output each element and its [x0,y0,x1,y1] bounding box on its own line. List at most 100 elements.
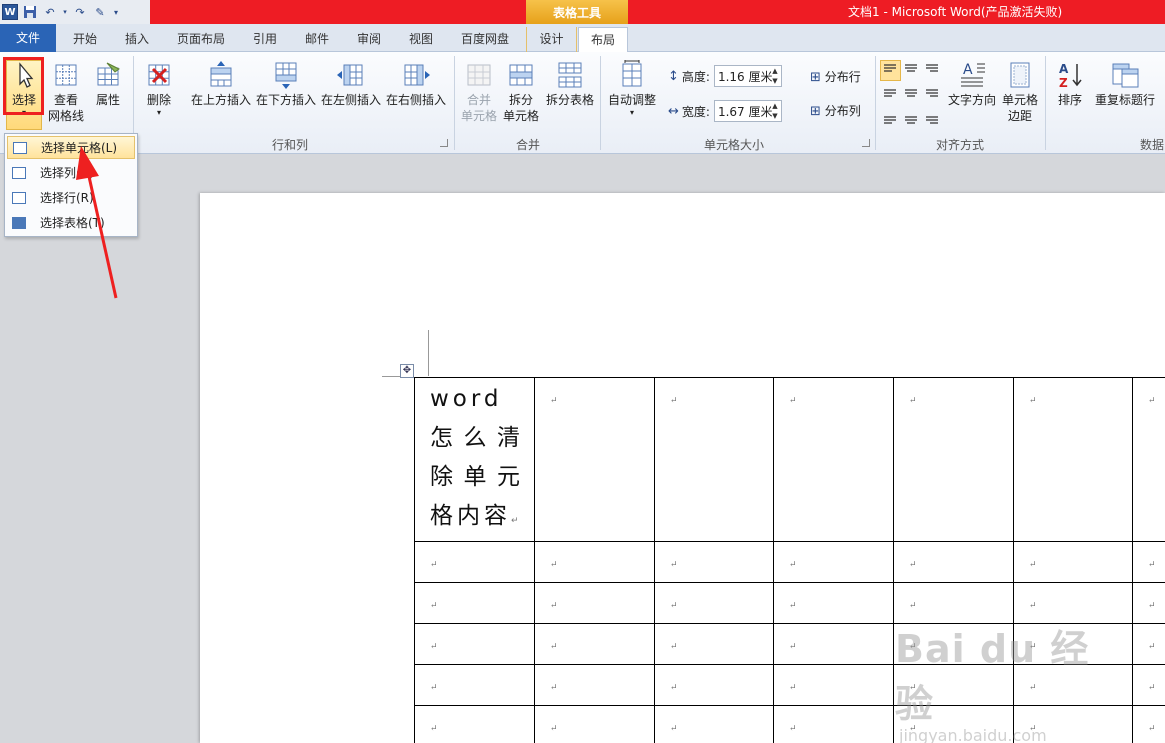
autofit-button[interactable]: 自动调整 ▾ [606,60,658,118]
cell-size-launcher-icon[interactable] [862,139,870,147]
tab-review[interactable]: 审阅 [344,27,394,52]
table-cell[interactable]: ↵ [1132,623,1165,665]
row-height-field: ↕ 高度: 1.16 厘米 ▲ ▼ [668,65,782,87]
repeat-header-rows-button[interactable]: 重复标题行 [1092,60,1158,108]
word-app-icon[interactable]: W [2,4,18,20]
distribute-rows-icon: ⊞ [810,70,821,85]
column-width-spinner-icon[interactable]: ▲ ▼ [770,101,780,121]
group-label-rows-columns: 行和列 [271,138,308,152]
insert-above-button[interactable]: 在上方插入 [190,60,252,108]
ribbon: 选择 ▾ 查看 网格线 属性 删除 ▾ 在上方插入 在下方插入 在左侧插入 在右… [0,52,1165,154]
delete-button[interactable]: 删除 ▾ [140,60,178,118]
insert-right-button[interactable]: 在右侧插入 [385,60,447,108]
customize-qat-icon[interactable]: ▾ [112,4,120,20]
menu-item-select-column[interactable]: 选择列(C) [7,161,135,184]
column-width-field: ↔ 宽度: 1.67 厘米 ▲ ▼ [668,100,782,122]
table-cell[interactable]: ↵ [773,541,894,583]
table-cell[interactable]: ↵ [773,582,894,624]
distribute-columns-button[interactable]: ⊞ 分布列 [810,102,872,119]
tab-view[interactable]: 视图 [396,27,446,52]
split-table-button[interactable]: 拆分表格 [543,60,597,108]
table-cell[interactable]: ↵ [773,377,894,542]
table-cell[interactable]: ↵ [414,664,535,706]
tab-file[interactable]: 文件 [0,24,56,52]
autofit-dropdown-icon: ▾ [629,108,634,117]
table-cell[interactable]: ↵ [654,582,774,624]
table-cell[interactable]: ↵ [1013,377,1133,542]
format-painter-icon[interactable]: ✎ [92,4,108,20]
table-cell[interactable]: ↵ [1013,541,1133,583]
row-height-spinner-icon[interactable]: ▲ ▼ [770,66,780,86]
table-cell[interactable]: ↵ [1132,705,1165,743]
table-row: ↵ ↵ ↵ ↵ ↵ ↵ ↵ [414,541,1165,583]
insert-below-button[interactable]: 在下方插入 [255,60,317,108]
title-band-left [150,0,526,24]
table-cell[interactable]: ↵ [1132,582,1165,624]
undo-icon[interactable]: ↶ [42,4,58,20]
table-cell[interactable]: ↵ [534,541,655,583]
tab-layout[interactable]: 布局 [578,27,628,53]
tab-home[interactable]: 开始 [60,27,110,52]
rows-columns-launcher-icon[interactable] [440,139,448,147]
table-cell[interactable]: ↵ [414,705,535,743]
table-cell[interactable]: word 怎么清除单元格内容↵ [414,377,535,542]
menu-item-select-row[interactable]: 选择行(R) [7,186,135,209]
select-table-icon [12,216,26,229]
table-cell[interactable]: ↵ [654,705,774,743]
alignment-buttons-icon[interactable] [880,60,942,130]
group-separator [875,56,876,150]
table-cell[interactable]: ↵ [893,541,1014,583]
select-column-icon [12,166,26,179]
table-cell[interactable]: ↵ [654,377,774,542]
row-height-input[interactable]: 1.16 厘米 ▲ ▼ [713,65,782,87]
baidu-jingyan-watermark: Bai du 经验 jingyan.baidu.com [895,627,1090,743]
split-cells-button[interactable]: 拆分 单元格 [501,60,541,124]
table-cell[interactable]: ↵ [534,705,655,743]
tab-insert[interactable]: 插入 [112,27,162,52]
text-direction-button[interactable]: A 文字方向 [945,60,999,108]
svg-text:Z: Z [1059,76,1068,90]
tab-baidu-netdisk[interactable]: 百度网盘 [450,27,520,52]
window-title: 文档1 - Microsoft Word(产品激活失败) [848,5,1063,19]
table-cell[interactable]: ↵ [1132,377,1165,542]
table-cell[interactable]: ↵ [534,377,655,542]
table-cell[interactable]: ↵ [773,705,894,743]
menu-item-select-cell[interactable]: 选择单元格(L) [7,136,135,159]
table-move-handle-icon[interactable]: ✥ [400,364,414,378]
tab-design[interactable]: 设计 [526,27,577,52]
tab-mailings[interactable]: 邮件 [292,27,342,52]
column-width-icon: ↔ [668,103,679,119]
table-cell[interactable]: ↵ [414,541,535,583]
table-cell[interactable]: ↵ [534,582,655,624]
table-cell[interactable]: ↵ [1132,541,1165,583]
sort-az-icon: AZ [1059,62,1082,90]
insert-left-button[interactable]: 在左侧插入 [320,60,382,108]
table-cell[interactable]: ↵ [654,541,774,583]
view-gridlines-button[interactable]: 查看 网格线 [46,60,86,124]
distribute-rows-button[interactable]: ⊞ 分布行 [810,68,872,85]
table-cell[interactable]: ↵ [893,377,1014,542]
group-label-data: 数据 [1140,138,1165,152]
table-cell[interactable]: ↵ [773,623,894,665]
merge-cells-button[interactable]: 合并 单元格 [459,60,499,124]
sort-button[interactable]: AZ 排序 [1052,60,1088,108]
table-cell[interactable]: ↵ [1132,664,1165,706]
redo-icon[interactable]: ↷ [72,4,88,20]
properties-icon [97,62,120,86]
table-properties-button[interactable]: 属性 [88,60,128,108]
menu-item-select-table[interactable]: 选择表格(T) [7,211,135,234]
cell-text: word 怎么清除单元格内容 [430,386,524,529]
undo-dropdown-icon[interactable]: ▾ [62,4,68,20]
tab-references[interactable]: 引用 [240,27,290,52]
save-icon[interactable] [22,4,38,20]
table-cell[interactable]: ↵ [654,623,774,665]
table-cell[interactable]: ↵ [414,582,535,624]
table-cell[interactable]: ↵ [654,664,774,706]
table-cell[interactable]: ↵ [773,664,894,706]
cell-margins-button[interactable]: 单元格 边距 [999,60,1041,124]
column-width-input[interactable]: 1.67 厘米 ▲ ▼ [713,100,782,122]
table-cell[interactable]: ↵ [414,623,535,665]
table-cell[interactable]: ↵ [534,623,655,665]
tab-page-layout[interactable]: 页面布局 [166,27,236,52]
table-cell[interactable]: ↵ [534,664,655,706]
